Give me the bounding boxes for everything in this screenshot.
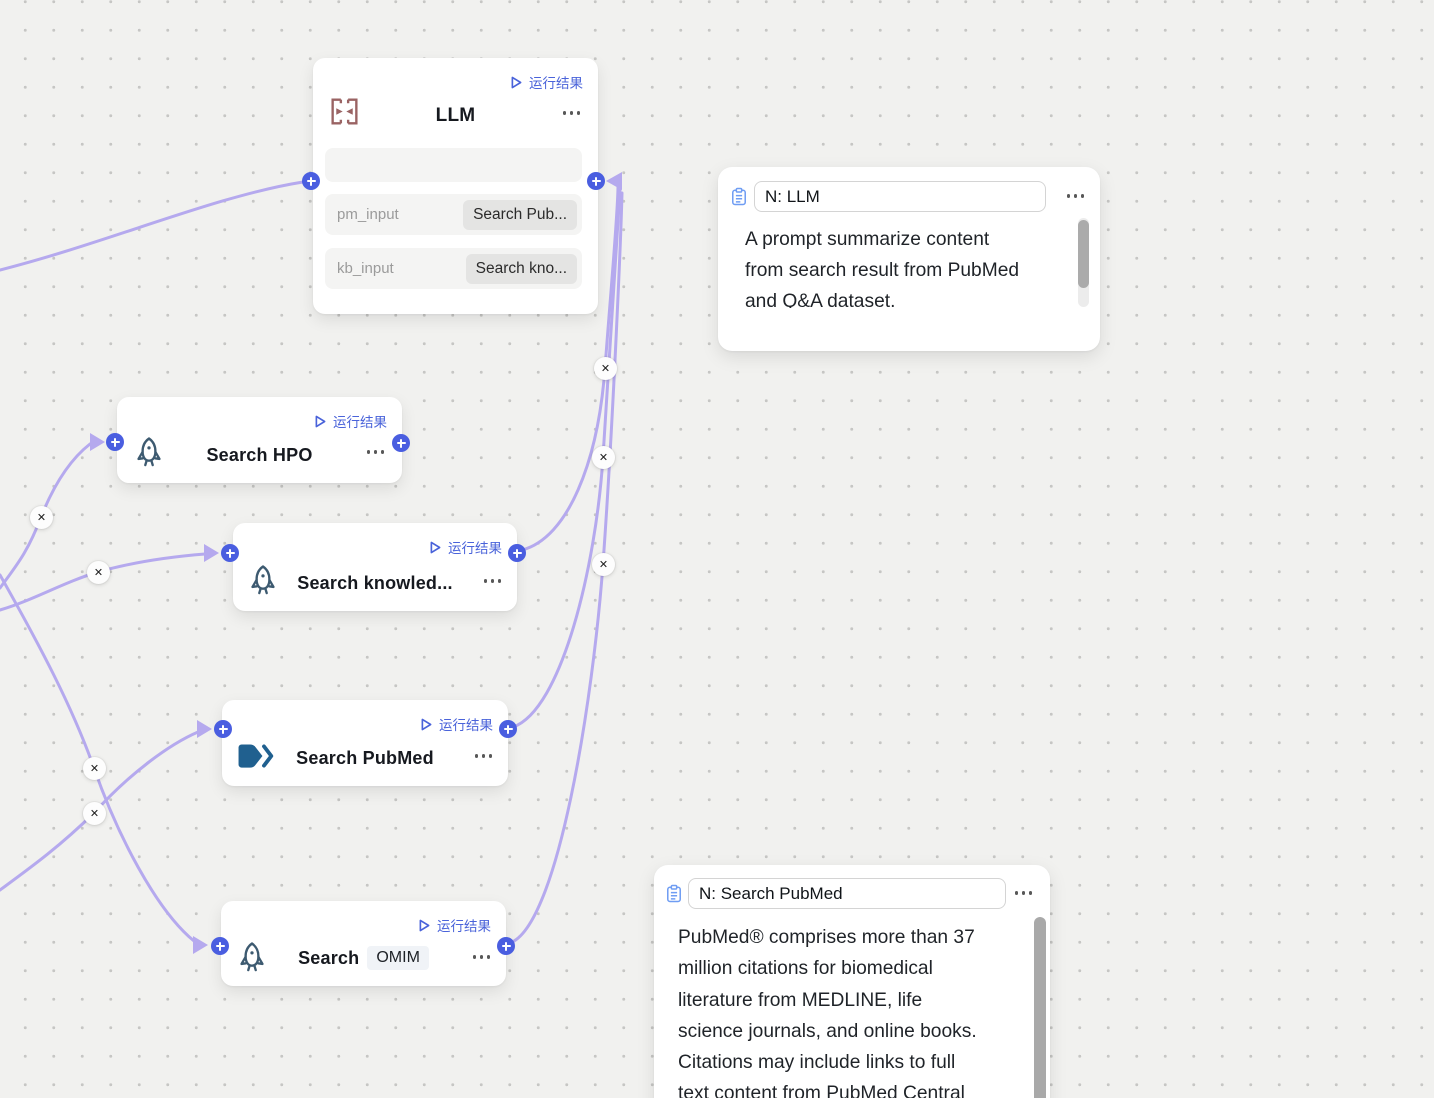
more-menu-icon[interactable] bbox=[475, 754, 493, 758]
port-right[interactable] bbox=[497, 937, 515, 955]
more-menu-icon[interactable] bbox=[484, 579, 502, 583]
llm-variable-row: kb_input Search kno... bbox=[325, 248, 582, 289]
port-left[interactable] bbox=[106, 433, 124, 451]
more-menu-icon[interactable] bbox=[1067, 194, 1085, 198]
play-icon bbox=[430, 541, 441, 554]
arrowhead-into-llm-right bbox=[606, 172, 622, 190]
arrowhead-into-search-hpo bbox=[90, 433, 105, 451]
note-icon bbox=[666, 884, 682, 908]
node-title: Search knowled... bbox=[297, 573, 452, 594]
run-results-label: 运行结果 bbox=[333, 411, 387, 431]
node-title: LLM bbox=[436, 105, 476, 127]
node-title: Search PubMed bbox=[296, 748, 434, 769]
run-results-button[interactable]: 运行结果 bbox=[421, 714, 493, 734]
node-title: Search HPO bbox=[206, 445, 312, 466]
run-results-label: 运行结果 bbox=[448, 537, 502, 557]
param-value-tag: Search Pub... bbox=[463, 200, 577, 230]
play-icon bbox=[315, 415, 326, 428]
more-menu-icon[interactable] bbox=[367, 450, 385, 454]
node-llm[interactable]: 运行结果 LLM pm_input Search Pub... kb_input… bbox=[313, 58, 598, 314]
more-menu-icon[interactable] bbox=[1015, 891, 1033, 895]
note-title-input[interactable] bbox=[688, 878, 1006, 909]
node-search-omim[interactable]: 运行结果 Search OMIM bbox=[221, 901, 506, 986]
run-results-button[interactable]: 运行结果 bbox=[430, 537, 502, 557]
edge-delete-icon[interactable]: ✕ bbox=[592, 553, 615, 576]
run-results-button[interactable]: 运行结果 bbox=[419, 915, 491, 935]
arrowhead-into-search-omim bbox=[193, 936, 208, 954]
run-results-button[interactable]: 运行结果 bbox=[511, 72, 583, 92]
omim-variable-chip: OMIM bbox=[367, 946, 429, 970]
node-search-hpo[interactable]: 运行结果 Search HPO bbox=[117, 397, 402, 483]
edge-into-llm-left[interactable] bbox=[0, 182, 303, 270]
edge-delete-icon[interactable]: ✕ bbox=[594, 357, 617, 380]
play-icon bbox=[419, 919, 430, 932]
more-menu-icon[interactable] bbox=[563, 111, 581, 115]
run-results-label: 运行结果 bbox=[439, 714, 493, 734]
port-left[interactable] bbox=[214, 720, 232, 738]
workflow-canvas[interactable]: ✕ ✕ ✕ ✕ ✕ ✕ ✕ 运行结果 LLM pm_input Search P… bbox=[0, 0, 1434, 1098]
port-left[interactable] bbox=[221, 544, 239, 562]
play-icon bbox=[511, 76, 522, 89]
play-icon bbox=[421, 718, 432, 731]
note-icon bbox=[731, 187, 747, 211]
scrollbar[interactable] bbox=[1034, 913, 1046, 1098]
note-card-search-pubmed[interactable]: PubMed® comprises more than 37 million c… bbox=[654, 865, 1050, 1098]
node-search-pubmed[interactable]: 运行结果 Search PubMed bbox=[222, 700, 508, 786]
arrowhead-into-search-pubmed bbox=[197, 720, 212, 738]
port-right[interactable] bbox=[508, 544, 526, 562]
edge-delete-icon[interactable]: ✕ bbox=[87, 561, 110, 584]
param-value-tag: Search kno... bbox=[466, 254, 577, 284]
port-right[interactable] bbox=[392, 434, 410, 452]
run-results-label: 运行结果 bbox=[437, 915, 491, 935]
note-body-text[interactable]: A prompt summarize content from search r… bbox=[745, 224, 1055, 308]
port-left[interactable] bbox=[211, 937, 229, 955]
scrollbar-thumb[interactable] bbox=[1034, 917, 1046, 1098]
node-search-knowledge[interactable]: 运行结果 Search knowled... bbox=[233, 523, 517, 611]
param-label: pm_input bbox=[337, 206, 399, 223]
edge-delete-icon[interactable]: ✕ bbox=[30, 506, 53, 529]
edge-delete-icon[interactable]: ✕ bbox=[83, 757, 106, 780]
param-label: kb_input bbox=[337, 260, 394, 277]
more-menu-icon[interactable] bbox=[473, 955, 491, 959]
arrowhead-into-search-knowledge bbox=[204, 544, 219, 562]
run-results-label: 运行结果 bbox=[529, 72, 583, 92]
note-card-llm[interactable]: A prompt summarize content from search r… bbox=[718, 167, 1100, 351]
note-title-input[interactable] bbox=[754, 181, 1046, 212]
port-right[interactable] bbox=[499, 720, 517, 738]
port-left[interactable] bbox=[302, 172, 320, 190]
note-body-text[interactable]: PubMed® comprises more than 37 million c… bbox=[678, 922, 1022, 1098]
node-title: Search bbox=[298, 948, 359, 969]
llm-variable-row-empty bbox=[325, 148, 582, 182]
run-results-button[interactable]: 运行结果 bbox=[315, 411, 387, 431]
port-right[interactable] bbox=[587, 172, 605, 190]
scrollbar[interactable] bbox=[1078, 218, 1089, 307]
scrollbar-thumb[interactable] bbox=[1078, 220, 1089, 288]
edge-delete-icon[interactable]: ✕ bbox=[83, 802, 106, 825]
edge-delete-icon[interactable]: ✕ bbox=[592, 446, 615, 469]
llm-variable-row: pm_input Search Pub... bbox=[325, 194, 582, 235]
